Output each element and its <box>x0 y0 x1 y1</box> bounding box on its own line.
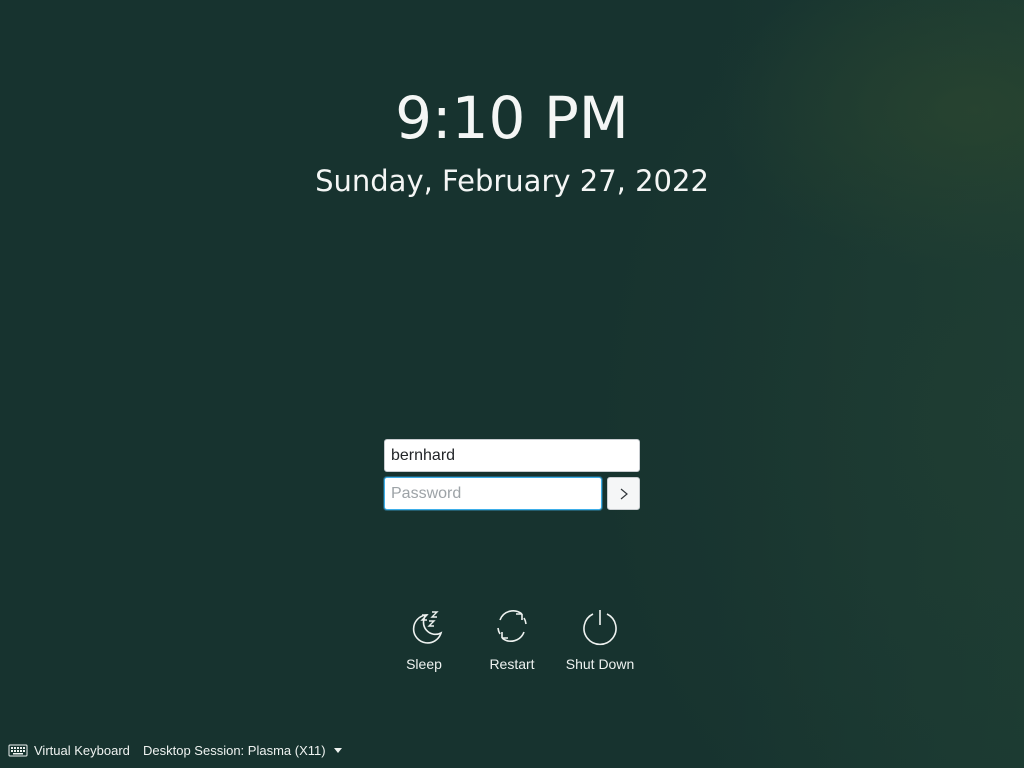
virtual-keyboard-label: Virtual Keyboard <box>34 742 130 758</box>
sleep-button[interactable]: Sleep <box>380 606 468 672</box>
session-label: Desktop Session: Plasma (X11) <box>143 742 326 758</box>
sleep-icon <box>412 611 443 644</box>
keyboard-icon <box>8 744 28 757</box>
sleep-label: Sleep <box>406 656 442 672</box>
clock-date: Sunday, February 27, 2022 <box>315 164 709 198</box>
restart-icon <box>497 610 527 642</box>
clock-time: 9:10 PM <box>395 84 629 152</box>
username-field[interactable] <box>384 439 640 472</box>
chevron-right-icon <box>620 488 628 499</box>
shutdown-button[interactable]: Shut Down <box>556 606 644 672</box>
power-actions: Sleep Restart Shut Down <box>0 606 1024 686</box>
shutdown-label: Shut Down <box>565 656 635 672</box>
password-field[interactable] <box>384 477 602 510</box>
session-selector[interactable]: Desktop Session: Plasma (X11) <box>143 738 342 762</box>
power-icon <box>583 610 617 646</box>
restart-button[interactable]: Restart <box>468 606 556 672</box>
login-button[interactable] <box>607 477 640 510</box>
caret-down-icon <box>333 747 342 753</box>
footer-bar: Virtual Keyboard Desktop Session: Plasma… <box>0 738 1024 762</box>
restart-label: Restart <box>489 656 535 672</box>
virtual-keyboard-button[interactable]: Virtual Keyboard <box>8 738 130 762</box>
